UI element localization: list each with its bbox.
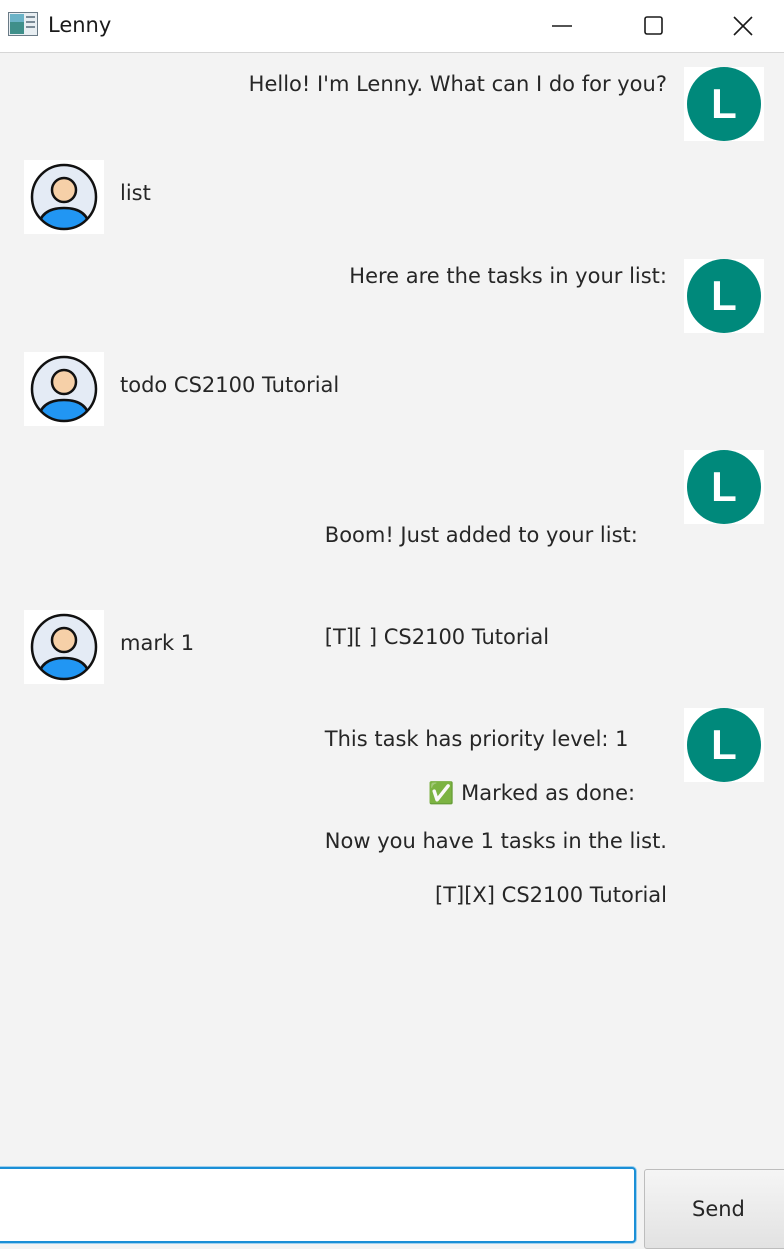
- lenny-avatar-icon: L: [687, 67, 761, 141]
- user-avatar-icon: [30, 355, 98, 423]
- svg-text:L: L: [711, 272, 737, 319]
- title-bar: Lenny: [0, 0, 784, 53]
- message-line: ✅ Marked as done:: [428, 781, 636, 805]
- user-avatar: [24, 160, 104, 234]
- app-icon: [8, 12, 38, 36]
- maximize-icon: [644, 16, 663, 35]
- lenny-avatar: L: [684, 259, 764, 333]
- send-button[interactable]: Send: [644, 1169, 784, 1249]
- close-icon: [732, 16, 753, 36]
- lenny-avatar: L: [684, 708, 764, 782]
- input-bar: Send: [0, 1163, 784, 1249]
- minimize-button[interactable]: [517, 0, 607, 52]
- lenny-dialog-box: Here are the tasks in your list: L: [0, 259, 784, 333]
- window-title: Lenny: [48, 13, 112, 37]
- lenny-dialog-box: Boom! Just added to your list: [T][ ] CS…: [0, 450, 784, 853]
- user-dialog-box: list: [0, 160, 784, 234]
- minimize-icon: [552, 25, 572, 27]
- lenny-avatar-icon: L: [687, 259, 761, 333]
- lenny-message-text: Hello! I'm Lenny. What can I do for you?: [248, 72, 667, 96]
- lenny-message-text: ✅ Marked as done: [T][X] CS2100 Tutorial: [428, 708, 667, 980]
- lenny-dialog-box: ✅ Marked as done: [T][X] CS2100 Tutorial…: [0, 708, 784, 907]
- maximize-button[interactable]: [609, 0, 699, 52]
- user-avatar: [24, 352, 104, 426]
- lenny-avatar: L: [684, 67, 764, 141]
- lenny-avatar-icon: L: [687, 708, 761, 782]
- user-avatar-icon: [30, 163, 98, 231]
- user-message-text: todo CS2100 Tutorial: [120, 373, 340, 397]
- message-line: [T][X] CS2100 Tutorial: [428, 883, 667, 907]
- close-button[interactable]: [701, 0, 784, 52]
- message-line: Boom! Just added to your list:: [324, 523, 638, 547]
- svg-text:L: L: [711, 80, 737, 127]
- user-input-field[interactable]: [0, 1167, 636, 1243]
- svg-text:L: L: [711, 721, 737, 768]
- user-message-text: list: [120, 181, 151, 205]
- lenny-avatar-icon: L: [687, 450, 761, 524]
- app-window: Lenny Hello! I'm Lenny. What can I do fo…: [0, 0, 784, 1249]
- user-avatar-icon: [30, 613, 98, 681]
- dialog-container[interactable]: Hello! I'm Lenny. What can I do for you?…: [0, 53, 784, 1163]
- user-dialog-box: todo CS2100 Tutorial: [0, 352, 784, 426]
- lenny-avatar: L: [684, 450, 764, 524]
- svg-text:L: L: [711, 463, 737, 510]
- user-avatar: [24, 610, 104, 684]
- user-message-text: mark 1: [120, 631, 195, 655]
- lenny-dialog-box: Hello! I'm Lenny. What can I do for you?…: [0, 67, 784, 141]
- user-dialog-box: mark 1: [0, 610, 784, 684]
- lenny-message-text: Here are the tasks in your list:: [349, 264, 667, 288]
